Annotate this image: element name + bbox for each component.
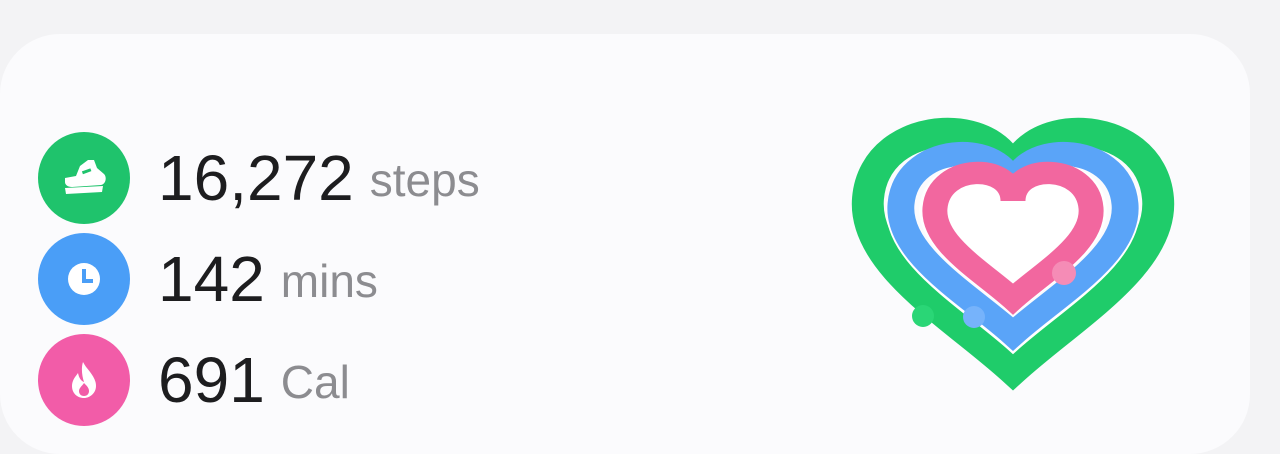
shoe-icon [65, 160, 106, 194]
steps-row: 16,272 steps [38, 132, 480, 224]
flame-icon [72, 362, 96, 398]
cal-row: 691 Cal [38, 334, 350, 426]
steps-badge [38, 132, 130, 224]
mins-unit: mins [280, 255, 378, 307]
activity-card[interactable]: 16,272 steps 142 mins 691 Cal [0, 34, 1250, 454]
steps-value: 16,272 [158, 142, 354, 214]
steps-unit: steps [369, 154, 480, 206]
cal-value: 691 [158, 344, 265, 416]
activity-rings[interactable] [836, 88, 1196, 398]
heart-rings-icon [836, 88, 1196, 398]
clock-icon [68, 263, 100, 295]
mins-value: 142 [158, 243, 265, 315]
cal-badge [38, 334, 130, 426]
mins-row: 142 mins [38, 233, 378, 325]
mins-badge [38, 233, 130, 325]
cal-unit: Cal [280, 356, 350, 408]
